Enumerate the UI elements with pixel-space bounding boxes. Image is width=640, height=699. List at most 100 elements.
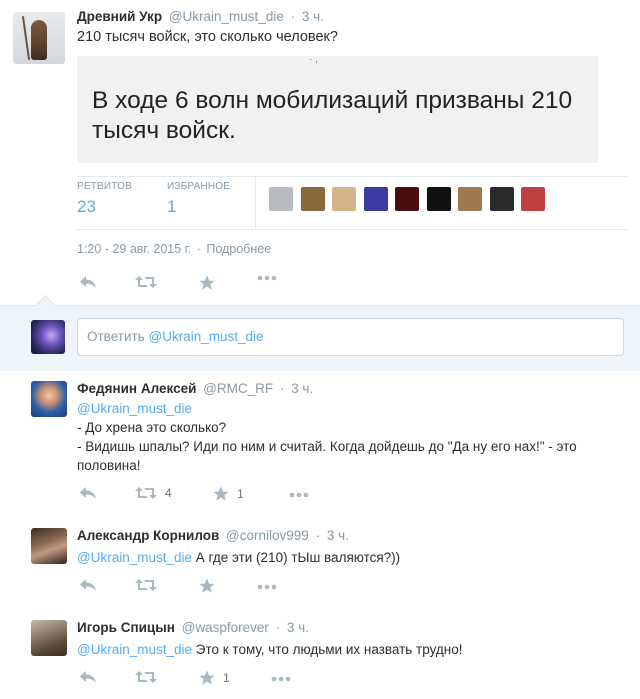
reply-composer: Ответить @Ukrain_must_die (0, 294, 640, 373)
reply-button[interactable] (79, 275, 97, 289)
favorites-stat[interactable]: ИЗБРАННОЕ 1 (167, 181, 230, 217)
favoriter-avatar[interactable] (332, 187, 356, 211)
details-link[interactable]: Подробнее (206, 242, 271, 256)
tweet-header: Древний Укр @Ukrain_must_die · 3 ч. (77, 9, 324, 24)
favorite-button[interactable]: 1 (213, 486, 244, 502)
retweet-button[interactable] (135, 578, 157, 592)
reply-tweet: Игорь Спицын @waspforever · 3 ч. @Ukrain… (0, 608, 640, 699)
reply-header: Федянин Алексей @RMC_RF · 3 ч. (77, 381, 313, 396)
reply-dot: · (315, 528, 321, 543)
main-tweet: Древний Укр @Ukrain_must_die · 3 ч. 210 … (0, 0, 640, 305)
tweet-time[interactable]: 3 ч. (302, 9, 324, 24)
reply-mention[interactable]: @Ukrain_must_die (77, 401, 192, 416)
more-icon (271, 676, 291, 682)
more-button[interactable] (271, 676, 291, 682)
reply-time[interactable]: 3 ч. (291, 381, 313, 396)
retweet-button[interactable] (135, 275, 157, 289)
reply-time[interactable]: 3 ч. (287, 620, 309, 635)
reply-text: @Ukrain_must_die Это к тому, что людьми … (77, 640, 622, 659)
tweet-stats: РЕТВИТОВ 23 ИЗБРАННОЕ 1 (77, 176, 627, 230)
favoriter-avatar[interactable] (489, 187, 514, 211)
image-crop-mark: · , (309, 56, 318, 65)
reply-tweet: Федянин Алексей @RMC_RF · 3 ч. @Ukrain_m… (0, 371, 640, 517)
reply-input[interactable]: Ответить @Ukrain_must_die (77, 318, 624, 356)
reply-avatar[interactable] (31, 528, 67, 564)
timestamp-text: 1:20 - 29 авг. 2015 г. (77, 242, 192, 256)
stats-divider (255, 177, 256, 229)
reply-button[interactable] (79, 670, 97, 684)
retweet-icon (135, 579, 157, 591)
retweet-button[interactable]: 4 (135, 486, 172, 500)
favorite-button[interactable] (199, 275, 215, 291)
reply-prefix: Ответить (87, 329, 145, 344)
favorite-button[interactable]: 1 (199, 670, 230, 686)
retweet-button[interactable] (135, 670, 157, 684)
favoriter-avatar[interactable] (363, 187, 388, 211)
retweets-count: 23 (77, 197, 96, 216)
retweet-icon (135, 671, 157, 683)
reply-header: Александр Корнилов @cornilov999 · 3 ч. (77, 528, 349, 543)
reply-icon (80, 276, 96, 288)
reply-avatar[interactable] (31, 620, 67, 656)
reply-button[interactable] (79, 486, 97, 500)
reply-header: Игорь Спицын @waspforever · 3 ч. (77, 620, 309, 635)
more-icon (257, 275, 277, 281)
reply-avatar[interactable] (31, 381, 67, 417)
retweet-count: 4 (165, 486, 172, 500)
star-icon (199, 578, 215, 593)
reply-handle[interactable]: @cornilov999 (226, 528, 309, 543)
retweet-icon (135, 487, 157, 499)
reply-line: - До хрена это сколько? (77, 420, 227, 435)
favoriter-avatar[interactable] (521, 187, 545, 211)
tweet-text: 210 тысяч войск, это сколько человек? (77, 29, 338, 45)
favoriter-avatar[interactable] (269, 187, 293, 211)
favorite-count: 1 (223, 671, 230, 685)
reply-time[interactable]: 3 ч. (327, 528, 349, 543)
favoriter-avatar[interactable] (395, 187, 419, 211)
reply-tweet: Александр Корнилов @cornilov999 · 3 ч. @… (0, 516, 640, 609)
reply-mention[interactable]: @Ukrain_must_die (77, 642, 192, 657)
reply-fullname[interactable]: Александр Корнилов (77, 528, 219, 543)
more-icon (289, 492, 309, 498)
favorites-label: ИЗБРАННОЕ (167, 181, 231, 192)
star-icon (199, 275, 215, 290)
reply-dot: · (275, 620, 281, 635)
more-button[interactable] (257, 275, 277, 281)
reply-mention[interactable]: @Ukrain_must_die (77, 550, 192, 565)
reply-icon (80, 671, 96, 683)
timestamp-sep: · (196, 242, 201, 256)
reply-handle[interactable]: @RMC_RF (203, 381, 273, 396)
reply-fullname[interactable]: Федянин Алексей (77, 381, 196, 396)
reply-button[interactable] (79, 578, 97, 592)
reply-body: Это к тому, что людьми их назвать трудно… (195, 642, 463, 657)
reply-fullname[interactable]: Игорь Спицын (77, 620, 175, 635)
author-handle[interactable]: @Ukrain_must_die (169, 9, 284, 24)
reply-handle[interactable]: @waspforever (182, 620, 269, 635)
reply-text: @Ukrain_must_die - До хрена это сколько?… (77, 399, 622, 475)
favoriter-avatar[interactable] (426, 187, 451, 211)
tweet-image[interactable]: · , В ходе 6 волн мобилизаций призваны 2… (77, 56, 598, 163)
retweets-label: РЕТВИТОВ (77, 181, 133, 192)
tweet-dot: · (290, 9, 296, 24)
reply-dot: · (279, 381, 285, 396)
favorites-count: 1 (167, 197, 177, 216)
more-icon (257, 584, 277, 590)
star-icon (199, 670, 215, 685)
favoriter-avatar[interactable] (300, 187, 325, 211)
reply-line: - Видишь шпалы? Иди по ним и считай. Ког… (77, 439, 577, 473)
current-user-avatar (31, 320, 65, 354)
tweet-timestamp: 1:20 - 29 авг. 2015 г. · Подробнее (77, 242, 271, 256)
author-fullname[interactable]: Древний Укр (77, 9, 162, 24)
retweet-icon (135, 276, 157, 288)
reply-icon (80, 579, 96, 591)
more-button[interactable] (289, 492, 309, 498)
author-avatar[interactable] (13, 12, 65, 64)
tweet-image-text: В ходе 6 волн мобилизаций призваны 210 т… (92, 87, 573, 144)
reply-text: @Ukrain_must_die А где эти (210) тЫш вал… (77, 548, 622, 567)
favoriter-avatar[interactable] (458, 187, 482, 211)
favorite-button[interactable] (199, 578, 215, 594)
reply-icon (80, 487, 96, 499)
retweets-stat[interactable]: РЕТВИТОВ 23 (77, 181, 132, 217)
reply-body: А где эти (210) тЫш валяются?)) (195, 550, 401, 565)
more-button[interactable] (257, 584, 277, 590)
